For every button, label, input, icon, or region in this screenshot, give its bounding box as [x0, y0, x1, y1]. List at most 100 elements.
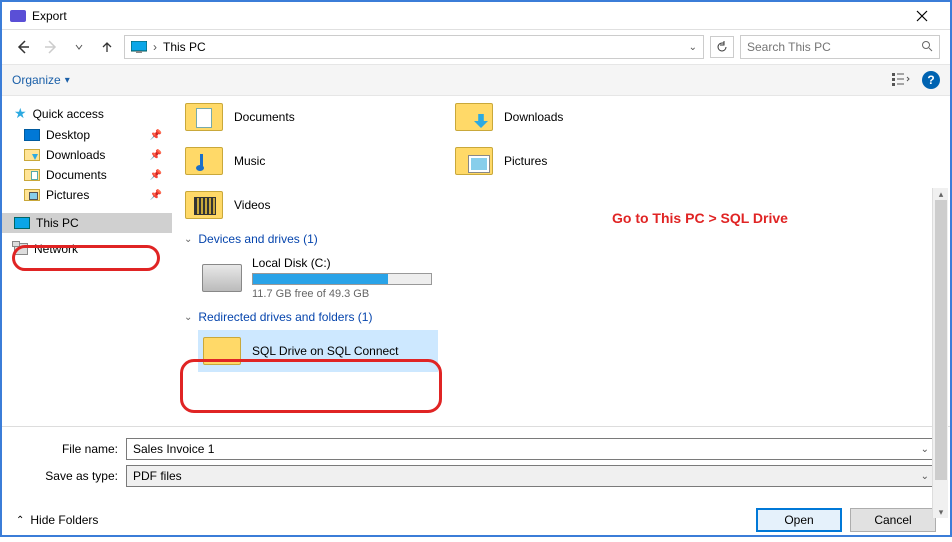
- sidebar-item-label: Pictures: [46, 188, 89, 202]
- view-icon: [892, 73, 910, 87]
- search-box[interactable]: [740, 35, 940, 59]
- arrow-right-icon: [43, 39, 59, 55]
- bottom-panel: File name: Sales Invoice 1 ⌄ Save as typ…: [2, 426, 950, 498]
- chevron-down-icon: ⌄: [184, 234, 192, 245]
- desktop-icon: [24, 129, 40, 141]
- search-icon: [921, 40, 933, 55]
- refresh-button[interactable]: [710, 36, 734, 58]
- drive-usage-bar: [252, 273, 432, 285]
- folder-documents[interactable]: Documents: [184, 100, 414, 134]
- sidebar-item-label: Network: [34, 242, 78, 256]
- close-icon: [916, 10, 928, 22]
- help-icon: ?: [927, 73, 934, 87]
- folder-downloads[interactable]: Downloads: [454, 100, 684, 134]
- filename-value: Sales Invoice 1: [133, 442, 921, 456]
- nav-bar: › This PC ⌄: [2, 30, 950, 64]
- scroll-up-icon: ▴: [935, 188, 947, 200]
- documents-icon: [24, 169, 40, 181]
- sidebar-downloads[interactable]: Downloads 📌: [2, 145, 172, 165]
- organize-label: Organize: [12, 73, 61, 87]
- filename-field[interactable]: Sales Invoice 1 ⌄: [126, 438, 936, 460]
- sidebar-item-label: This PC: [36, 216, 79, 230]
- app-icon: [10, 10, 26, 22]
- sidebar-item-label: Downloads: [46, 148, 105, 162]
- location-text: This PC: [163, 40, 683, 54]
- savetype-label: Save as type:: [16, 469, 126, 483]
- up-button[interactable]: [96, 36, 118, 58]
- pin-icon: 📌: [150, 150, 162, 161]
- pin-icon: 📌: [150, 130, 162, 141]
- organize-menu[interactable]: Organize ▾: [12, 73, 70, 87]
- folder-label: Music: [234, 154, 265, 168]
- folder-videos[interactable]: Videos: [184, 188, 414, 222]
- vertical-scrollbar[interactable]: ▴ ▾: [932, 188, 948, 518]
- pin-icon: 📌: [150, 170, 162, 181]
- refresh-icon: [716, 41, 728, 53]
- group-label: Devices and drives (1): [198, 232, 317, 246]
- window-title: Export: [32, 9, 902, 23]
- chevron-down-icon[interactable]: ⌄: [921, 471, 929, 482]
- sidebar-item-label: Documents: [46, 168, 107, 182]
- drive-label: Local Disk (C:): [252, 256, 432, 270]
- network-icon: [14, 243, 28, 255]
- chevron-down-icon: ⌄: [184, 312, 192, 323]
- content-area: Documents Downloads Music Pictures Video…: [172, 96, 950, 426]
- forward-button[interactable]: [40, 36, 62, 58]
- drive-local-c[interactable]: Local Disk (C:) 11.7 GB free of 49.3 GB: [198, 252, 938, 304]
- drive-free-text: 11.7 GB free of 49.3 GB: [252, 288, 432, 300]
- nav-sidebar: ★Quick access Desktop 📌 Downloads 📌 Docume…: [2, 96, 172, 426]
- folder-label: Downloads: [504, 110, 563, 124]
- sidebar-quick-access[interactable]: ★Quick access: [2, 102, 172, 125]
- downloads-icon: [454, 100, 494, 134]
- downloads-icon: [24, 149, 40, 161]
- close-button[interactable]: [902, 4, 942, 28]
- recent-dropdown[interactable]: [68, 36, 90, 58]
- scrollbar-thumb[interactable]: [935, 200, 947, 480]
- group-label: Redirected drives and folders (1): [198, 310, 372, 324]
- sidebar-desktop[interactable]: Desktop 📌: [2, 125, 172, 145]
- arrow-left-icon: [15, 39, 31, 55]
- search-input[interactable]: [747, 40, 921, 54]
- redirected-sql-drive[interactable]: SQL Drive on SQL Connect: [198, 330, 438, 372]
- pin-icon: 📌: [150, 190, 162, 201]
- hide-folders-button[interactable]: ⌃ Hide Folders: [16, 513, 98, 527]
- view-options-button[interactable]: [888, 69, 914, 91]
- location-chevron[interactable]: ⌄: [689, 42, 697, 53]
- pc-icon: [131, 41, 147, 53]
- toolbar: Organize ▾ ?: [2, 64, 950, 96]
- chevron-down-icon[interactable]: ⌄: [921, 444, 929, 455]
- chevron-down-icon: ▾: [65, 75, 70, 86]
- folder-label: Videos: [234, 198, 270, 212]
- address-bar[interactable]: › This PC ⌄: [124, 35, 704, 59]
- open-button[interactable]: Open: [756, 508, 842, 532]
- annotation-text: Go to This PC > SQL Drive: [612, 210, 788, 226]
- star-icon: ★: [14, 105, 27, 122]
- help-button[interactable]: ?: [922, 71, 940, 89]
- pictures-icon: [454, 144, 494, 178]
- folder-pictures[interactable]: Pictures: [454, 144, 684, 178]
- drive-icon: [202, 264, 242, 292]
- breadcrumb-chevron: ›: [153, 40, 157, 54]
- sidebar-pictures[interactable]: Pictures 📌: [2, 185, 172, 205]
- chevron-down-icon: [75, 43, 83, 51]
- savetype-field[interactable]: PDF files ⌄: [126, 465, 936, 487]
- sidebar-documents[interactable]: Documents 📌: [2, 165, 172, 185]
- cancel-button[interactable]: Cancel: [850, 508, 936, 532]
- folder-icon: [202, 334, 242, 368]
- folder-label: Documents: [234, 110, 295, 124]
- redirected-group-header[interactable]: ⌄ Redirected drives and folders (1): [184, 310, 938, 324]
- sidebar-this-pc[interactable]: This PC: [2, 213, 172, 233]
- devices-group-header[interactable]: ⌄ Devices and drives (1): [184, 232, 938, 246]
- music-icon: [184, 144, 224, 178]
- hide-folders-label: Hide Folders: [30, 513, 98, 527]
- back-button[interactable]: [12, 36, 34, 58]
- titlebar: Export: [2, 2, 950, 30]
- main-area: ★Quick access Desktop 📌 Downloads 📌 Docume…: [2, 96, 950, 426]
- filename-label: File name:: [16, 442, 126, 456]
- sidebar-network[interactable]: Network: [2, 239, 172, 259]
- videos-icon: [184, 188, 224, 222]
- folder-label: Pictures: [504, 154, 547, 168]
- sidebar-item-label: Desktop: [46, 128, 90, 142]
- folder-music[interactable]: Music: [184, 144, 414, 178]
- folder-label: SQL Drive on SQL Connect: [252, 344, 399, 358]
